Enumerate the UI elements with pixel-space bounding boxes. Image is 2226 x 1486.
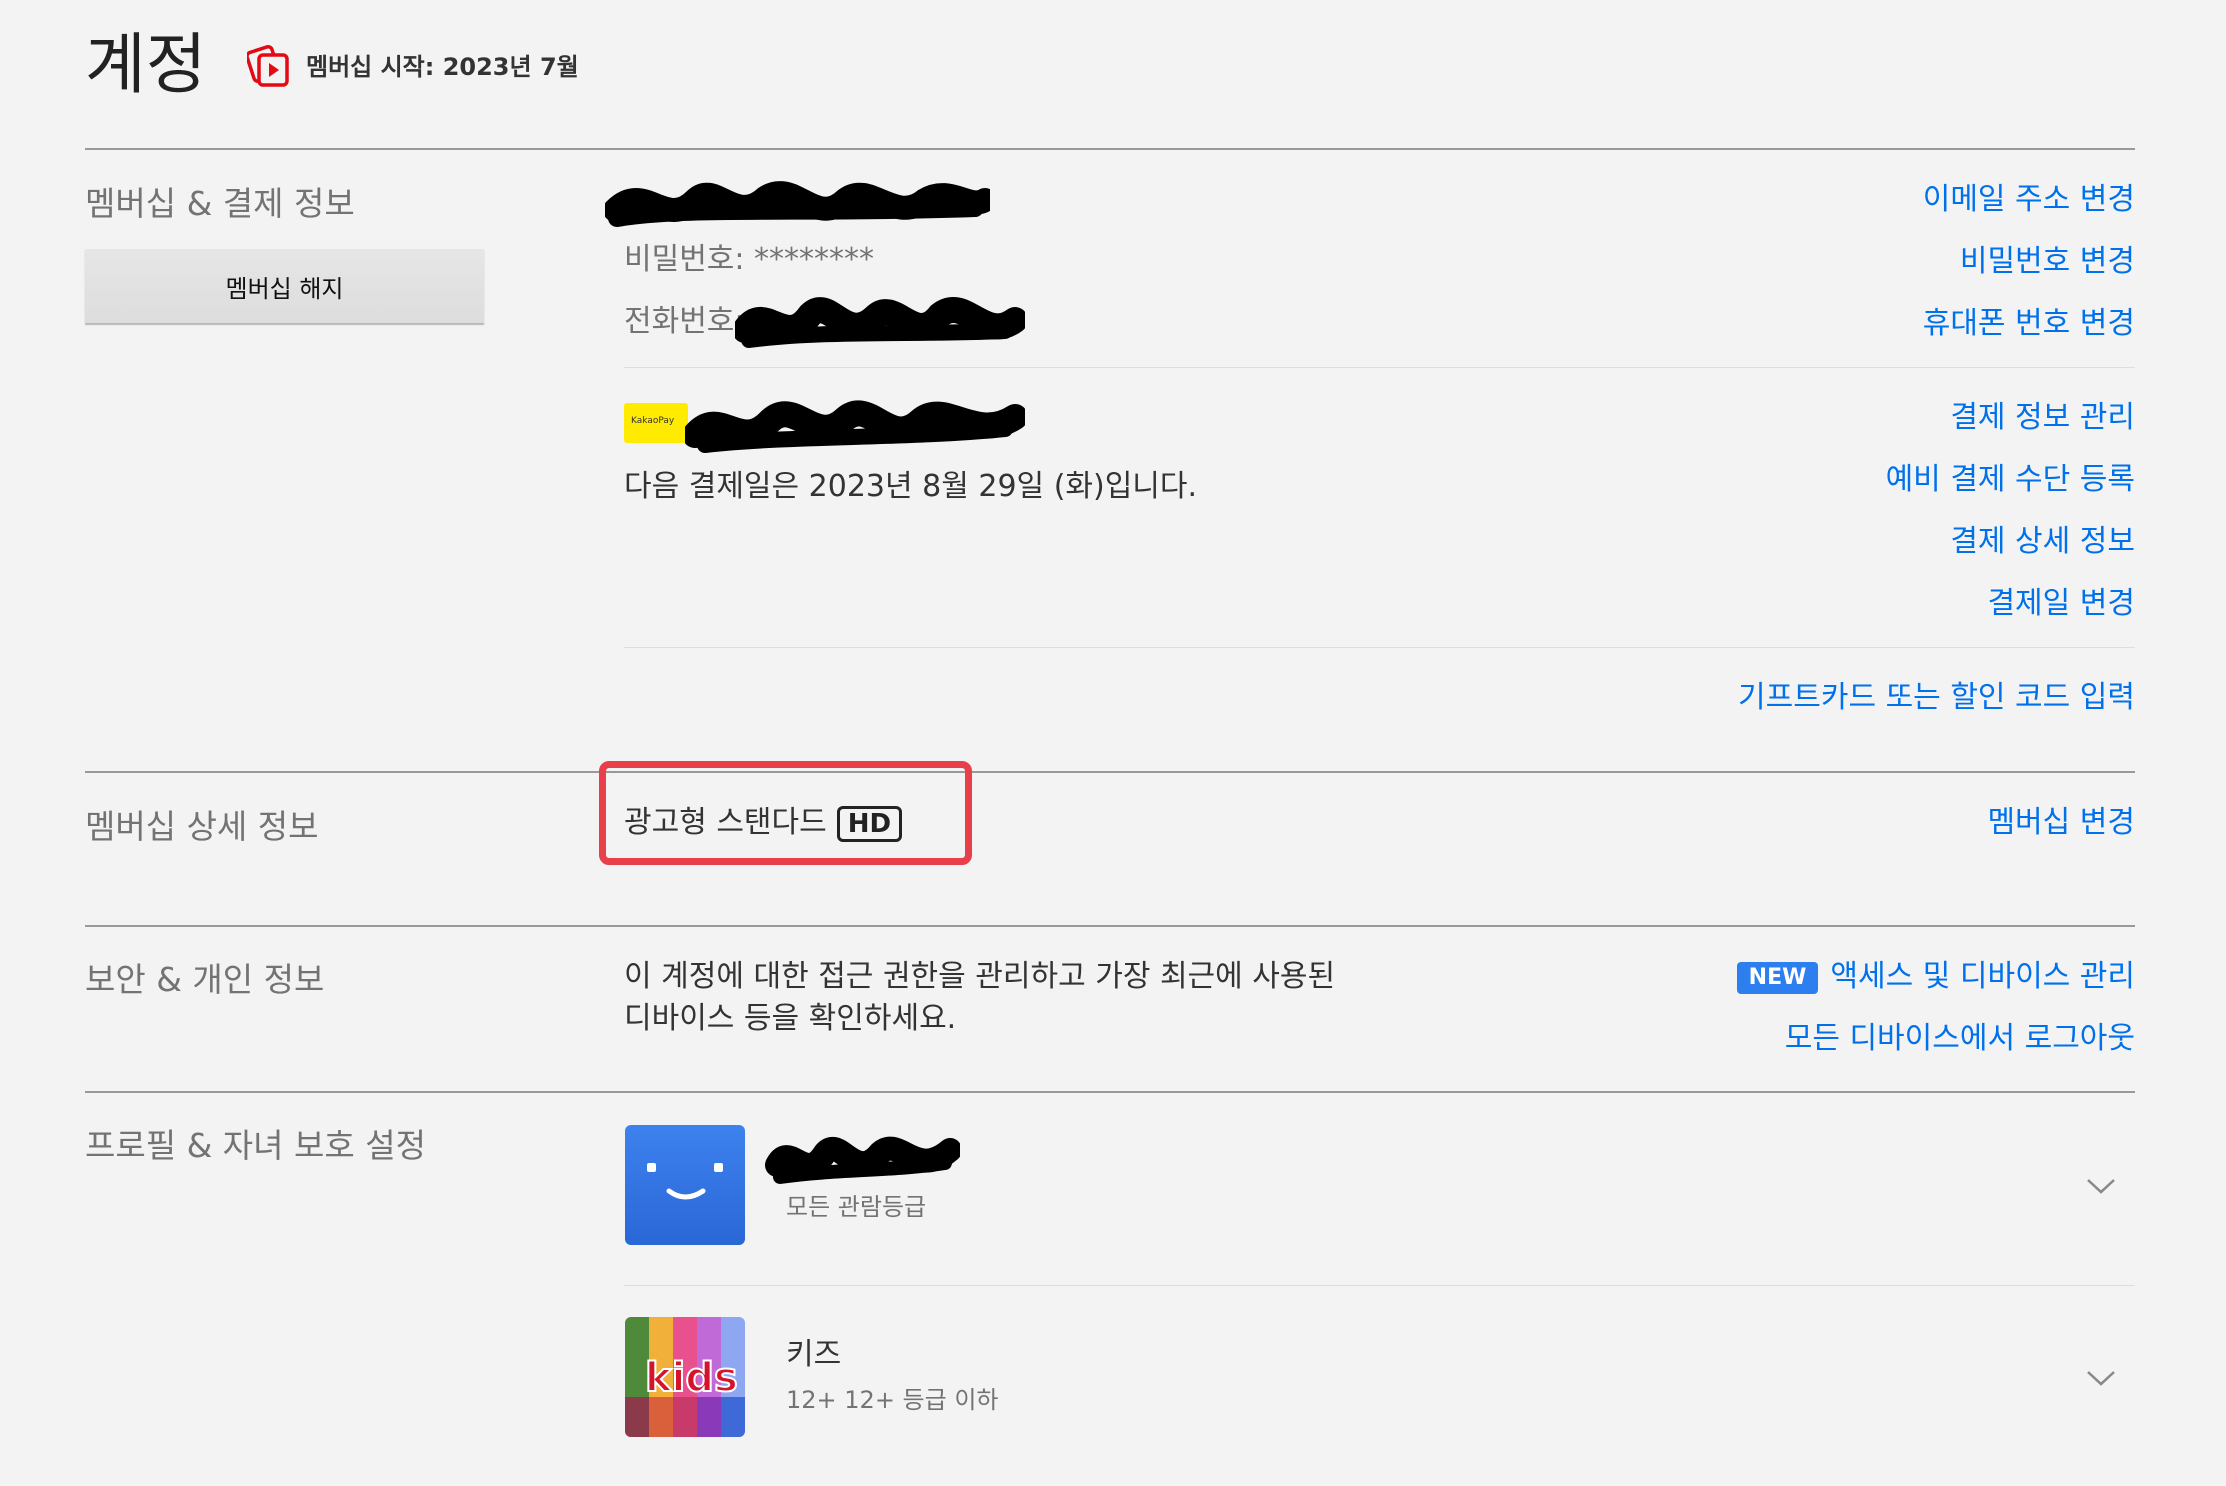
membership-since-text: 멤버십 시작: 2023년 7월 [306, 53, 579, 81]
kids-avatar-icon[interactable]: kids [625, 1317, 745, 1437]
cancel-membership-button[interactable]: 멤버십 해지 [85, 249, 484, 323]
billing-divider-1 [624, 367, 2135, 368]
password-display: 비밀번호: ******** [624, 242, 875, 277]
phone-label: 전화번호: [624, 304, 745, 339]
change-phone-link[interactable]: 휴대폰 번호 변경 [1923, 304, 2135, 344]
new-badge: NEW [1736, 961, 1819, 994]
membership-since-icon [247, 45, 289, 87]
section-label-security: 보안 & 개인 정보 [85, 960, 325, 999]
manage-payment-link[interactable]: 결제 정보 관리 [1950, 398, 2135, 438]
redacted-phone-scribble [735, 297, 1025, 348]
section-divider-plan [85, 771, 2135, 773]
kids-profile-rating: 12+ 12+ 등급 이하 [786, 1386, 999, 1414]
kakaopay-logo: KakaoPay [624, 403, 688, 443]
hd-badge: HD [836, 806, 903, 842]
change-plan-link[interactable]: 멤버십 변경 [1987, 803, 2135, 843]
kakaopay-label: KakaoPay [631, 416, 675, 426]
kids-profile-name: 키즈 [786, 1337, 842, 1372]
kids-avatar-text: kids [644, 1354, 739, 1402]
section-label-membership-billing: 멤버십 & 결제 정보 [85, 184, 355, 223]
section-label-plan: 멤버십 상세 정보 [85, 807, 319, 846]
redacted-profile-name-scribble [765, 1136, 960, 1184]
redacted-payment-scribble [685, 400, 1025, 453]
billing-divider-2 [624, 647, 2135, 648]
section-label-profiles: 프로필 & 자녀 보호 설정 [85, 1126, 426, 1165]
page-title: 계정 [85, 26, 207, 103]
change-billing-date-link[interactable]: 결제일 변경 [1987, 584, 2135, 624]
section-divider-profiles [85, 1091, 2135, 1093]
section-divider-security [85, 925, 2135, 927]
profile-divider [624, 1285, 2135, 1286]
chevron-down-icon[interactable] [2085, 1170, 2117, 1202]
chevron-down-icon[interactable] [2085, 1362, 2117, 1394]
manage-access-row[interactable]: NEW 액세스 및 디바이스 관리 [1736, 957, 2135, 997]
backup-payment-link[interactable]: 예비 결제 수단 등록 [1886, 460, 2135, 500]
next-billing-date: 다음 결제일은 2023년 8월 29일 (화)입니다. [624, 469, 1198, 504]
header-divider [85, 148, 2135, 150]
security-description-line1: 이 계정에 대한 접근 권한을 관리하고 가장 최근에 사용된 [624, 959, 1336, 994]
change-email-link[interactable]: 이메일 주소 변경 [1923, 180, 2135, 220]
smiley-avatar-icon[interactable] [625, 1125, 745, 1245]
gift-code-link[interactable]: 기프트카드 또는 할인 코드 입력 [1738, 678, 2135, 718]
plan-name: 광고형 스탠다드 [624, 805, 827, 840]
billing-details-link[interactable]: 결제 상세 정보 [1950, 522, 2135, 562]
security-description-line2: 디바이스 등을 확인하세요. [624, 1001, 957, 1036]
sign-out-all-link[interactable]: 모든 디바이스에서 로그아웃 [1785, 1019, 2135, 1059]
redacted-email-scribble [605, 181, 990, 227]
profile-rating: 모든 관람등급 [786, 1193, 927, 1221]
manage-access-link[interactable]: 액세스 및 디바이스 관리 [1830, 959, 2135, 994]
plan-name-row: 광고형 스탠다드 HD [624, 803, 903, 843]
change-password-link[interactable]: 비밀번호 변경 [1960, 242, 2135, 282]
